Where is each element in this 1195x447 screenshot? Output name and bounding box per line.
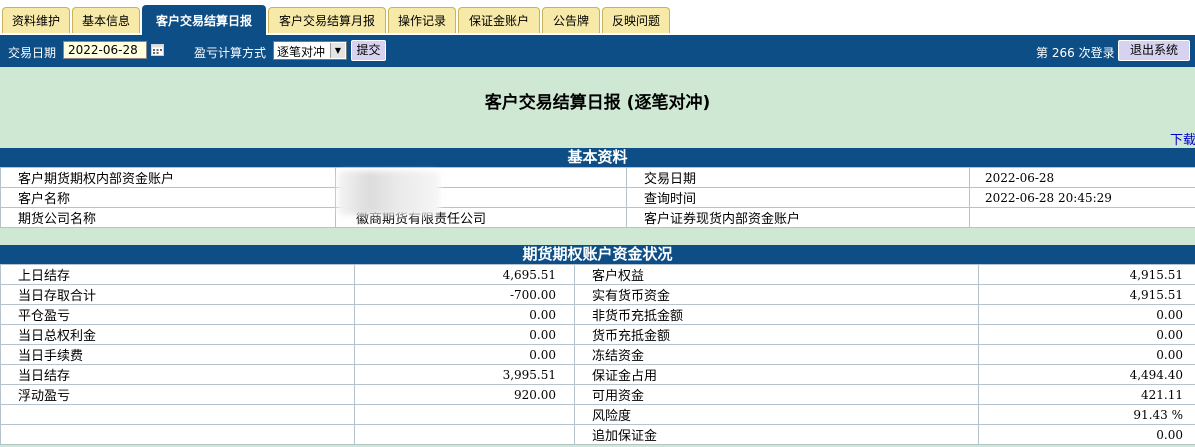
row-label: 货币充抵金额 <box>574 324 979 345</box>
trade-date-label: 交易日期 <box>8 46 57 60</box>
table-row: 浮动盈亏 920.00 可用资金 421.11 <box>0 384 1195 405</box>
row-value <box>354 424 575 445</box>
tab-bulletin[interactable]: 公告牌 <box>542 7 600 33</box>
row-value: -700.00 <box>354 284 575 305</box>
basic-info-table: 客户期货期权内部资金账户 交易日期 2022-06-28 客户名称 查询时间 2… <box>0 167 1195 228</box>
toolbar: 交易日期 2022-06-28 盈亏计算方式 逐笔对冲 ▼ 提交 第 266 次… <box>0 35 1195 67</box>
chevron-down-icon: ▼ <box>330 43 345 58</box>
trade-date-input[interactable]: 2022-06-28 <box>63 41 147 59</box>
row-label <box>0 404 355 425</box>
login-suffix: 次登录 <box>1078 46 1115 60</box>
table-row: 风险度 91.43 % <box>0 404 1195 425</box>
tab-data-maintenance[interactable]: 资料维护 <box>2 7 70 33</box>
calc-method-value: 逐笔对冲 <box>277 45 326 59</box>
table-row: 上日结存 4,695.51 客户权益 4,915.51 <box>0 264 1195 285</box>
row-value: 0.00 <box>354 344 575 365</box>
row-label: 风险度 <box>574 404 979 425</box>
table-row: 追加保证金 0.00 <box>0 424 1195 445</box>
row-value: 0.00 <box>978 344 1195 365</box>
row-label: 当日手续费 <box>0 344 355 365</box>
table-row: 当日存取合计 -700.00 实有货币资金 4,915.51 <box>0 284 1195 305</box>
table-row: 客户名称 查询时间 2022-06-28 20:45:29 <box>0 187 1195 208</box>
table-row: 当日总权利金 0.00 货币充抵金额 0.00 <box>0 324 1195 345</box>
row-label: 当日存取合计 <box>0 284 355 305</box>
row-label: 客户权益 <box>574 264 979 285</box>
login-count-text: 第 266 次登录 <box>1036 44 1115 61</box>
tab-feedback[interactable]: 反映问题 <box>602 7 670 33</box>
row-value: 4,915.51 <box>978 284 1195 305</box>
table-row: 平仓盈亏 0.00 非货币充抵金额 0.00 <box>0 304 1195 325</box>
row-label: 上日结存 <box>0 264 355 285</box>
row-value: 920.00 <box>354 384 575 405</box>
tab-daily-report[interactable]: 客户交易结算日报 <box>142 5 266 35</box>
row-value: 421.11 <box>978 384 1195 405</box>
row-label: 实有货币资金 <box>574 284 979 305</box>
calc-method-label: 盈亏计算方式 <box>194 46 267 60</box>
calc-method-select[interactable]: 逐笔对冲 ▼ <box>273 41 347 60</box>
row-label: 客户期货期权内部资金账户 <box>0 167 336 188</box>
row-value: 0.00 <box>978 424 1195 445</box>
basic-info-header: 基本资料 <box>0 148 1195 167</box>
row-label: 查询时间 <box>626 187 970 208</box>
tab-monthly-report[interactable]: 客户交易结算月报 <box>268 7 386 33</box>
row-value: 4,915.51 <box>978 264 1195 285</box>
row-value: 2022-06-28 <box>969 167 1195 188</box>
row-value: 3,995.51 <box>354 364 575 385</box>
row-value: 0.00 <box>354 324 575 345</box>
row-label: 非货币充抵金额 <box>574 304 979 325</box>
row-value <box>354 404 575 425</box>
row-label: 可用资金 <box>574 384 979 405</box>
row-value: 0.00 <box>978 304 1195 325</box>
row-value: 91.43 % <box>978 404 1195 425</box>
row-label: 冻结资金 <box>574 344 979 365</box>
table-row: 当日手续费 0.00 冻结资金 0.00 <box>0 344 1195 365</box>
submit-button[interactable]: 提交 <box>351 40 386 61</box>
row-label: 期货公司名称 <box>0 207 336 228</box>
redacted-area <box>338 171 440 215</box>
tab-operation-log[interactable]: 操作记录 <box>388 7 456 33</box>
row-label: 客户证券现货内部资金账户 <box>626 207 970 228</box>
page-title: 客户交易结算日报 (逐笔对冲) <box>484 93 711 113</box>
table-row: 期货公司名称 徽商期货有限责任公司 客户证券现货内部资金账户 <box>0 207 1195 228</box>
table-row: 客户期货期权内部资金账户 交易日期 2022-06-28 <box>0 167 1195 188</box>
logout-button[interactable]: 退出系统 <box>1118 40 1190 61</box>
row-value: 0.00 <box>354 304 575 325</box>
row-label: 保证金占用 <box>574 364 979 385</box>
row-value: 0.00 <box>978 324 1195 345</box>
calendar-icon[interactable] <box>151 43 164 56</box>
row-label: 平仓盈亏 <box>0 304 355 325</box>
tab-margin-account[interactable]: 保证金账户 <box>458 7 540 33</box>
tab-bar: 资料维护 基本信息 客户交易结算日报 客户交易结算月报 操作记录 保证金账户 公… <box>0 0 1195 35</box>
tab-basic-info[interactable]: 基本信息 <box>72 7 140 33</box>
row-label: 交易日期 <box>626 167 970 188</box>
row-label: 当日结存 <box>0 364 355 385</box>
fund-status-header: 期货期权账户资金状况 <box>0 245 1195 264</box>
row-value: 2022-06-28 20:45:29 <box>969 187 1195 208</box>
row-label: 追加保证金 <box>574 424 979 445</box>
fund-status-table: 上日结存 4,695.51 客户权益 4,915.51 当日存取合计 -700.00 实有货… <box>0 264 1195 445</box>
row-value <box>969 207 1195 228</box>
login-prefix: 第 <box>1036 46 1049 60</box>
table-row: 当日结存 3,995.51 保证金占用 4,494.40 <box>0 364 1195 385</box>
row-label: 客户名称 <box>0 187 336 208</box>
row-value: 4,494.40 <box>978 364 1195 385</box>
row-label <box>0 424 355 445</box>
download-link[interactable]: 下载 <box>1170 129 1195 148</box>
row-value: 4,695.51 <box>354 264 575 285</box>
row-label: 浮动盈亏 <box>0 384 355 405</box>
row-label: 当日总权利金 <box>0 324 355 345</box>
login-count: 266 <box>1051 46 1075 60</box>
